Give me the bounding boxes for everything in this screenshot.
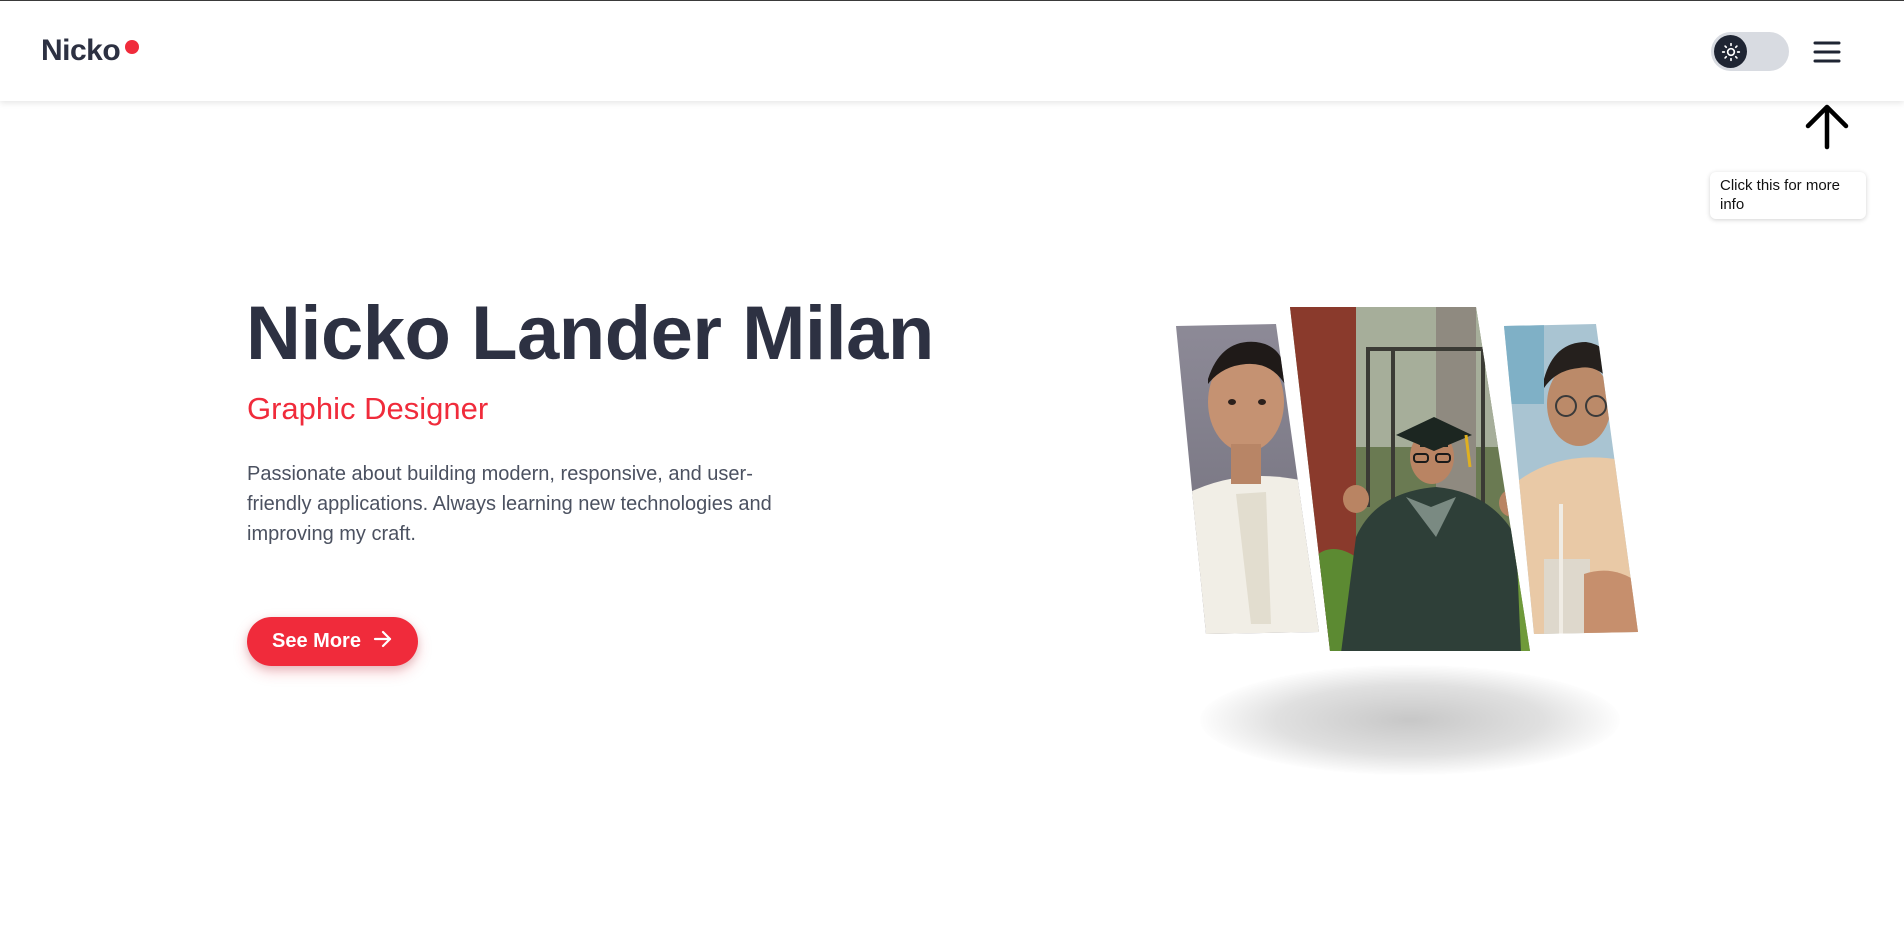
page: Nicko Click this for more info Nicko Lan… bbox=[0, 0, 1904, 944]
hero-description: Passionate about building modern, respon… bbox=[247, 463, 772, 545]
see-more-label: See More bbox=[272, 630, 361, 652]
hamburger-menu-icon[interactable] bbox=[1810, 35, 1844, 69]
arrow-right-icon bbox=[373, 630, 393, 654]
hero-role: Graphic Designer bbox=[247, 391, 489, 426]
collage-shadow bbox=[1200, 665, 1620, 775]
navbar: Nicko bbox=[0, 0, 1904, 101]
logo[interactable]: Nicko bbox=[41, 34, 140, 68]
tooltip: Click this for more info bbox=[1710, 172, 1866, 219]
theme-toggle[interactable] bbox=[1711, 32, 1789, 71]
candid-photo bbox=[1504, 324, 1638, 634]
arrow-up-icon bbox=[1800, 102, 1854, 152]
see-more-button[interactable]: See More bbox=[247, 617, 418, 666]
logo-text: Nicko bbox=[41, 34, 121, 67]
photo-collage bbox=[1170, 300, 1650, 800]
hero-name: Nicko Lander Milan bbox=[246, 291, 934, 376]
sun-icon bbox=[1714, 35, 1747, 68]
logo-dot bbox=[125, 40, 140, 54]
